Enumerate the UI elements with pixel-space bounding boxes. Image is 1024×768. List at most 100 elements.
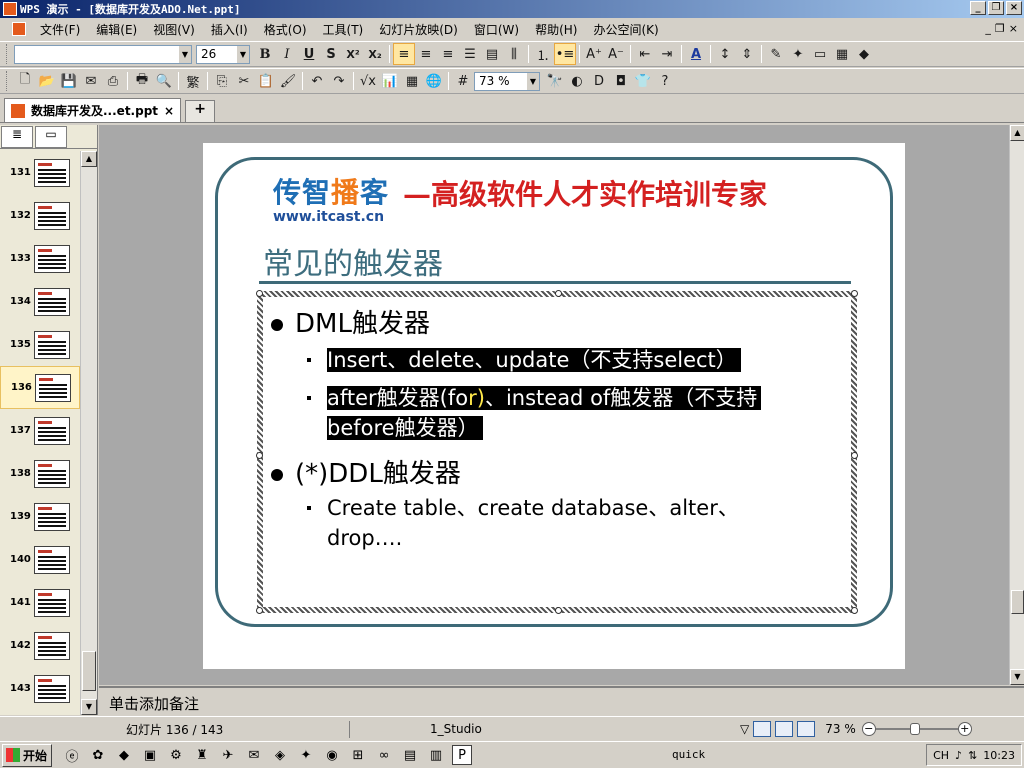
print-preview-icon[interactable]: 🔍 bbox=[153, 70, 175, 92]
slide-thumbnail[interactable] bbox=[34, 674, 70, 703]
italic-button[interactable]: I bbox=[276, 43, 298, 65]
slide-thumbnail-row[interactable]: 140 bbox=[0, 538, 80, 581]
doc-share-icon[interactable]: D bbox=[588, 70, 610, 92]
scroll-thumb[interactable] bbox=[82, 651, 96, 691]
menu-file[interactable]: 文件(F) bbox=[32, 21, 88, 38]
print-icon[interactable]: 🖶 bbox=[131, 70, 153, 92]
wps-app-icon[interactable] bbox=[3, 2, 17, 16]
minimize-button[interactable]: _ bbox=[970, 1, 986, 15]
design-icon[interactable]: ▭ bbox=[809, 43, 831, 65]
menu-slideshow[interactable]: 幻灯片放映(D) bbox=[371, 21, 466, 38]
hyperlink-icon[interactable]: 🌐 bbox=[423, 70, 445, 92]
align-left-icon[interactable]: ≡ bbox=[393, 43, 415, 65]
distribute-icon[interactable]: ▤ bbox=[481, 43, 503, 65]
copy-icon[interactable]: ⎘ bbox=[211, 70, 233, 92]
slide-sorter-icon[interactable] bbox=[775, 721, 794, 737]
volume-icon[interactable]: ♪ bbox=[955, 749, 962, 762]
scroll-down-icon[interactable]: ▼ bbox=[81, 699, 97, 715]
chevron-down-icon[interactable]: ▼ bbox=[179, 45, 191, 63]
resize-handle[interactable] bbox=[851, 452, 858, 459]
slide-thumbnail-row[interactable]: 135 bbox=[0, 323, 80, 366]
redo-icon[interactable]: ↷ bbox=[328, 70, 350, 92]
menu-office-space[interactable]: 办公空间(K) bbox=[585, 21, 666, 38]
slide-thumbnail-row[interactable]: 132 bbox=[0, 194, 80, 237]
resize-handle[interactable] bbox=[851, 607, 858, 614]
slideshow-icon[interactable] bbox=[797, 721, 816, 737]
menu-help[interactable]: 帮助(H) bbox=[527, 21, 585, 38]
chevron-down-icon[interactable]: ▼ bbox=[527, 72, 539, 90]
slide[interactable]: 传智播客 www.itcast.cn —高级软件人才实作培训专家 常见的触发器 … bbox=[203, 143, 905, 669]
slide-thumbnail-row[interactable]: 136 bbox=[0, 366, 80, 409]
chevron-down-icon[interactable]: ▼ bbox=[237, 45, 249, 63]
email-icon[interactable]: ✉ bbox=[80, 70, 102, 92]
paragraph-spacing-icon[interactable]: ⇕ bbox=[736, 43, 758, 65]
slide-thumbnail[interactable] bbox=[34, 158, 70, 187]
slide-thumbnail[interactable] bbox=[34, 588, 70, 617]
content-textbox[interactable]: DML触发器 Insert、delete、update（不支持select） a… bbox=[256, 290, 858, 614]
resize-handle[interactable] bbox=[555, 607, 562, 614]
format-brush-icon[interactable]: 🖌 bbox=[277, 70, 299, 92]
cut-icon[interactable]: ✂ bbox=[233, 70, 255, 92]
slide-thumbnail-row[interactable]: 139 bbox=[0, 495, 80, 538]
menu-view[interactable]: 视图(V) bbox=[145, 21, 203, 38]
menu-insert[interactable]: 插入(I) bbox=[203, 21, 256, 38]
grid-icon[interactable]: # bbox=[452, 70, 474, 92]
slide-thumbnail-row[interactable]: 138 bbox=[0, 452, 80, 495]
justify-icon[interactable]: ☰ bbox=[459, 43, 481, 65]
formula-icon[interactable]: √x bbox=[357, 70, 379, 92]
zoom-out-icon[interactable]: − bbox=[861, 722, 876, 736]
network-icon[interactable]: ⇅ bbox=[968, 749, 977, 762]
app-icon[interactable]: ⊞ bbox=[348, 745, 368, 765]
skin-icon[interactable]: 👕 bbox=[632, 70, 654, 92]
superscript-button[interactable]: X² bbox=[342, 43, 364, 65]
slide-thumbnail[interactable] bbox=[34, 416, 70, 445]
ie-icon[interactable]: ⓔ bbox=[62, 745, 82, 765]
paste-icon[interactable]: 📋 bbox=[255, 70, 277, 92]
slide-thumbnail-row[interactable]: 133 bbox=[0, 237, 80, 280]
resize-handle[interactable] bbox=[256, 290, 263, 297]
chart-icon[interactable]: 📊 bbox=[379, 70, 401, 92]
resize-handle[interactable] bbox=[851, 290, 858, 297]
export-pdf-icon[interactable]: ⎙ bbox=[102, 70, 124, 92]
app-icon[interactable]: ✉ bbox=[244, 745, 264, 765]
slide-thumbnail[interactable] bbox=[34, 631, 70, 660]
doc-close-button[interactable]: × bbox=[1009, 22, 1018, 35]
slide-thumbnail-row[interactable]: 141 bbox=[0, 581, 80, 624]
resize-handle[interactable] bbox=[256, 607, 263, 614]
slide-thumbnail-row[interactable]: 131 bbox=[0, 151, 80, 194]
zoom-slider[interactable]: − + bbox=[861, 721, 972, 737]
doc-restore-button[interactable]: ❐ bbox=[995, 22, 1005, 35]
open-folder-icon[interactable]: 📂 bbox=[36, 70, 58, 92]
line-spacing-icon[interactable]: ↕ bbox=[714, 43, 736, 65]
color-scheme-icon[interactable]: ◐ bbox=[566, 70, 588, 92]
menu-format[interactable]: 格式(O) bbox=[256, 21, 315, 38]
insert-shape-icon[interactable]: ✦ bbox=[787, 43, 809, 65]
notes-pane[interactable]: 单击添加备注 bbox=[99, 686, 1024, 714]
app-icon[interactable]: ◉ bbox=[322, 745, 342, 765]
format-painter-icon[interactable]: ◆ bbox=[853, 43, 875, 65]
app-icon[interactable]: ◈ bbox=[270, 745, 290, 765]
slide-thumbnail-row[interactable]: 134 bbox=[0, 280, 80, 323]
font-color-icon[interactable]: A bbox=[685, 43, 707, 65]
doc-minimize-button[interactable]: _ bbox=[985, 22, 991, 35]
vertical-text-icon[interactable]: ⫼ bbox=[503, 43, 525, 65]
app-icon[interactable]: ⚙ bbox=[166, 745, 186, 765]
bullets-icon[interactable]: •≡ bbox=[554, 43, 576, 65]
new-tab-button[interactable]: + bbox=[185, 100, 216, 122]
document-tab[interactable]: 数据库开发及...et.ppt × bbox=[4, 98, 182, 122]
slide-thumbnail-row[interactable]: 142 bbox=[0, 624, 80, 667]
start-button[interactable]: 开始 bbox=[2, 743, 52, 767]
increase-indent-icon[interactable]: ⇥ bbox=[656, 43, 678, 65]
toolbar-grip[interactable] bbox=[6, 71, 10, 91]
slide-thumbnail[interactable] bbox=[34, 330, 70, 359]
app-icon[interactable]: ✈ bbox=[218, 745, 238, 765]
table-style-icon[interactable]: ▦ bbox=[831, 43, 853, 65]
font-name-combo[interactable]: ▼ bbox=[14, 44, 192, 64]
wps-presentation-task-icon[interactable]: P bbox=[452, 745, 472, 765]
menu-tools[interactable]: 工具(T) bbox=[315, 21, 372, 38]
decrease-font-icon[interactable]: A⁻ bbox=[605, 43, 627, 65]
align-center-icon[interactable]: ≡ bbox=[415, 43, 437, 65]
slides-tab[interactable]: ▭ bbox=[35, 126, 67, 148]
help-icon[interactable]: ? bbox=[654, 70, 676, 92]
slide-thumbnail[interactable] bbox=[34, 545, 70, 574]
